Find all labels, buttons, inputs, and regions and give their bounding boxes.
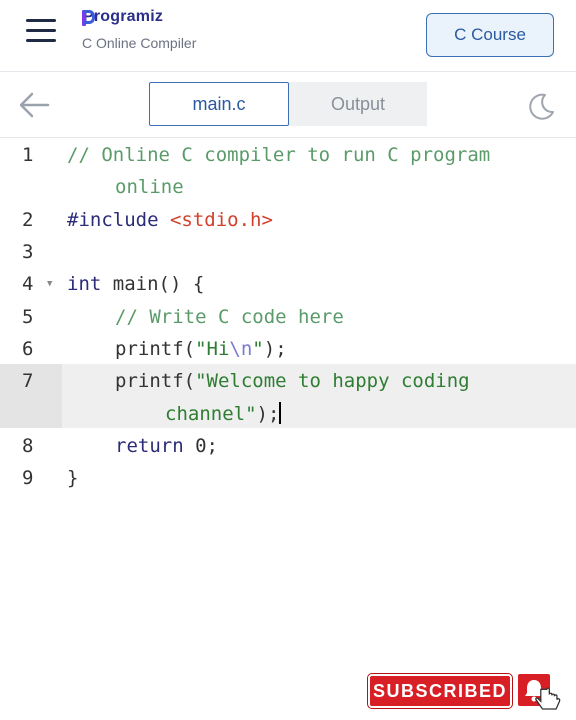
dark-mode-moon-icon[interactable] [526,92,556,122]
brand-name: Programiz [83,8,164,25]
code-line-5: // Write C code here [115,306,344,328]
keyword-return: return [115,435,184,457]
app-header: Programiz C Online Compiler C Course [0,0,576,72]
line-number: 4 [22,273,34,295]
fold-arrow-icon[interactable]: ▼ [47,279,52,289]
tab-main-c[interactable]: main.c [149,82,289,126]
code-line-6: printf("Hi\n"); [115,338,287,360]
line-number: 6 [22,338,34,360]
editor-tabbar: main.c Output [0,72,576,138]
text-cursor [279,402,282,424]
code-line-7-wrap: channel"); [165,402,282,425]
call-end: ); [256,403,280,425]
code-line-9: } [67,467,79,489]
line-number: 7 [22,370,34,392]
page-subtitle: C Online Compiler [82,35,197,51]
return-value: 0; [183,435,218,457]
back-arrow-icon[interactable] [18,90,50,120]
line-number: 1 [22,144,34,166]
code-line-7: printf("Welcome to happy coding [115,370,470,392]
programiz-logo-icon [82,8,95,26]
programiz-logo: Programiz [82,8,196,26]
line-number: 3 [22,241,34,263]
printf-call: printf( [115,338,196,360]
line-number: 9 [22,467,34,489]
hamburger-menu-icon[interactable] [20,14,62,48]
code-line-1-wrap: online [115,176,184,198]
c-course-button[interactable]: C Course [426,13,554,57]
code-line-1: // Online C compiler to run C program [67,144,491,166]
line-number: 2 [22,209,34,231]
code-editor[interactable]: 1 2 3 4 ▼ 5 6 7 8 9 // Online C compiler… [0,138,576,720]
string-literal-end: channel" [165,403,257,425]
tab-output[interactable]: Output [289,82,427,126]
string-literal-end: " [252,338,264,360]
code-line-4: int main() { [67,273,204,295]
subscribed-button[interactable]: SUBSCRIBED [368,674,512,708]
include-directive: #include [67,209,170,231]
line-number: 8 [22,435,34,457]
printf-call: printf( [115,370,196,392]
string-literal: "Hi [195,338,230,360]
line-number: 5 [22,306,34,328]
string-literal: "Welcome to happy coding [195,370,470,392]
escape-sequence: \n [229,338,253,360]
code-line-8: return 0; [115,435,218,457]
hand-cursor-icon [535,687,561,710]
include-header: <stdio.h> [169,209,273,231]
call-end: ); [263,338,287,360]
main-signature: main() { [101,273,205,295]
brand[interactable]: Programiz C Online Compiler [82,8,196,51]
keyword-int: int [67,273,102,295]
code-line-2: #include <stdio.h> [67,209,273,231]
